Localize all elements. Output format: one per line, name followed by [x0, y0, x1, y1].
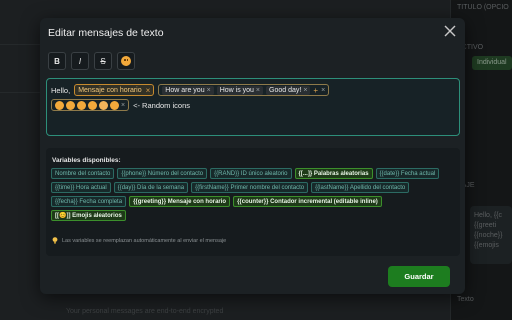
variable-chip[interactable]: {{firstName}} Primer nombre del contacto: [191, 182, 309, 193]
variable-chip[interactable]: [[😊]] Emojis aleatorios: [51, 210, 126, 221]
random-words-group[interactable]: How are you × How is you × Good day! × +…: [158, 84, 330, 96]
remove-option-icon[interactable]: ×: [207, 87, 211, 94]
variable-chip[interactable]: {{time}} Hora actual: [51, 182, 111, 193]
random-option-label: Good day!: [269, 86, 302, 94]
remove-option-icon[interactable]: ×: [303, 87, 307, 94]
random-option[interactable]: How are you ×: [162, 85, 214, 95]
editor-line-2: × <- Random icons: [51, 99, 190, 111]
variables-hint: Las variables se reemplazan automáticame…: [52, 237, 226, 244]
emoji-button[interactable]: [117, 52, 135, 70]
editor-line-1: Hello, Mensaje con horario × How are you…: [51, 84, 330, 96]
smiley-face-icon: [121, 56, 131, 66]
italic-button[interactable]: I: [71, 52, 89, 70]
variable-chip[interactable]: {{fecha}} Fecha completa: [51, 196, 127, 207]
variable-chip[interactable]: Nombre del contacto: [51, 168, 115, 179]
emoji-icon: [66, 100, 75, 110]
variable-chip[interactable]: {{greeting}} Mensaje con horario: [129, 196, 231, 207]
variable-chip[interactable]: {{RAND}} ID único aleatorio: [210, 168, 292, 179]
edit-messages-modal: Editar mensajes de texto B I S Hello, Me…: [40, 18, 465, 294]
random-emojis-group[interactable]: ×: [51, 99, 130, 111]
remove-group-icon[interactable]: ×: [121, 102, 125, 109]
strikethrough-button[interactable]: S: [94, 52, 112, 70]
emoji-icon: [77, 100, 86, 110]
random-option[interactable]: How is you ×: [216, 85, 264, 95]
variable-chip[interactable]: {{phone}} Número del contacto: [117, 168, 208, 179]
remove-option-icon[interactable]: ×: [256, 87, 260, 94]
lightbulb-icon: [52, 237, 58, 244]
emoji-icon: [99, 100, 108, 110]
variables-hint-text: Las variables se reemplazan automáticame…: [62, 237, 227, 244]
close-icon: [444, 25, 456, 37]
save-button[interactable]: Guardar: [388, 266, 450, 287]
variables-title: Variables disponibles:: [52, 157, 121, 164]
close-button[interactable]: [443, 24, 457, 38]
variables-panel: Variables disponibles: Nombre del contac…: [46, 148, 460, 256]
emoji-icon: [88, 100, 97, 110]
remove-group-icon[interactable]: ×: [321, 87, 325, 94]
variable-chip[interactable]: {{date}} Fecha actual: [375, 168, 440, 179]
emoji-icon: [110, 100, 119, 110]
format-toolbar: B I S: [48, 52, 135, 70]
variable-chip-label: Mensaje con horario: [78, 86, 142, 94]
remove-chip-icon[interactable]: ×: [146, 86, 151, 95]
random-option[interactable]: Good day! ×: [266, 85, 311, 95]
random-option-label: How is you: [219, 86, 254, 94]
variable-chip[interactable]: {{counter}} Contador incremental (editab…: [233, 196, 382, 207]
emoji-icon: [55, 100, 64, 110]
editor-text: <- Random icons: [133, 100, 190, 110]
variables-list: Nombre del contacto {{phone}} Número del …: [51, 168, 455, 221]
editor-text: Hello,: [51, 85, 71, 95]
variable-chip[interactable]: {{lastName}} Apellido del contacto: [311, 182, 410, 193]
message-editor[interactable]: Hello, Mensaje con horario × How are you…: [46, 78, 460, 136]
modal-title: Editar mensajes de texto: [48, 27, 164, 39]
bold-button[interactable]: B: [48, 52, 66, 70]
variable-chip[interactable]: {[...]} Palabras aleatorias: [294, 168, 373, 179]
variable-chip[interactable]: {{day}} Día de la semana: [113, 182, 189, 193]
variable-chip[interactable]: Mensaje con horario ×: [74, 84, 155, 96]
random-option-label: How are you: [165, 86, 205, 94]
add-option-icon[interactable]: +: [313, 86, 318, 95]
